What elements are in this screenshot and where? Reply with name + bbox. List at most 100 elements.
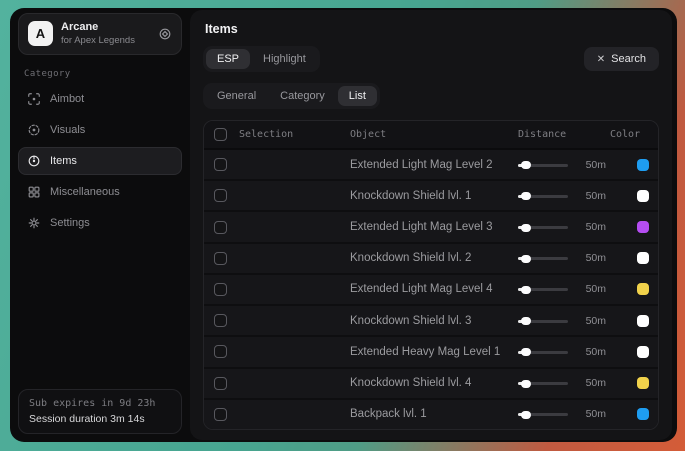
table-row: Extended Light Mag Level 4 50m xyxy=(204,275,658,306)
row-checkbox[interactable] xyxy=(214,345,227,358)
sidebar-nav: Aimbot Visuals Items Miscellaneous Setti… xyxy=(18,85,182,237)
slider-thumb[interactable] xyxy=(521,317,531,325)
row-checkbox[interactable] xyxy=(214,252,227,265)
table-row: Knockdown Shield lvl. 1 50m xyxy=(204,181,658,212)
sub-expires-text: Sub expires in 9d 23h xyxy=(29,398,171,409)
crosshair-icon xyxy=(27,92,41,106)
tab-category[interactable]: Category xyxy=(269,86,336,106)
screen-background: A Arcane for Apex Legends Category Aimbo… xyxy=(0,0,685,451)
table-header: Selection Object Distance Color xyxy=(204,121,658,150)
tab-general[interactable]: General xyxy=(206,86,267,106)
scan-eye-icon xyxy=(27,123,41,137)
table-row: Extended Heavy Mag Level 1 50m xyxy=(204,337,658,368)
tab-list[interactable]: List xyxy=(338,86,377,106)
row-object-label: Extended Light Mag Level 2 xyxy=(350,159,493,171)
sidebar-item-aimbot[interactable]: Aimbot xyxy=(18,85,182,113)
slider-thumb[interactable] xyxy=(521,286,531,294)
app-title: Arcane xyxy=(61,21,150,35)
category-label: Category xyxy=(24,69,182,79)
search-button[interactable]: ✕ Search xyxy=(584,47,659,71)
app-window: A Arcane for Apex Legends Category Aimbo… xyxy=(10,8,677,442)
column-header-object: Object xyxy=(350,129,518,140)
distance-value: 50m xyxy=(578,221,606,233)
distance-slider[interactable] xyxy=(518,408,568,420)
color-swatch[interactable] xyxy=(637,190,649,202)
page-title: Items xyxy=(205,22,659,36)
table-row: Extended Light Mag Level 2 50m xyxy=(204,150,658,181)
mode-tabs: ESP Highlight xyxy=(203,46,320,72)
table-row: Extended Light Mag Level 3 50m xyxy=(204,212,658,243)
color-swatch[interactable] xyxy=(637,252,649,264)
color-swatch[interactable] xyxy=(637,346,649,358)
session-duration-text: Session duration 3m 14s xyxy=(29,413,171,425)
column-header-color: Color xyxy=(610,129,658,140)
gear-icon xyxy=(27,216,41,230)
slider-thumb[interactable] xyxy=(521,380,531,388)
distance-slider[interactable] xyxy=(518,221,568,233)
row-checkbox[interactable] xyxy=(214,314,227,327)
row-checkbox[interactable] xyxy=(214,377,227,390)
distance-value: 50m xyxy=(578,283,606,295)
slider-thumb[interactable] xyxy=(521,192,531,200)
color-swatch[interactable] xyxy=(637,377,649,389)
row-object-label: Knockdown Shield lvl. 1 xyxy=(350,190,471,202)
sidebar-item-miscellaneous[interactable]: Miscellaneous xyxy=(18,178,182,206)
distance-slider[interactable] xyxy=(518,346,568,358)
sidebar-item-items[interactable]: Items xyxy=(18,147,182,175)
tab-esp[interactable]: ESP xyxy=(206,49,250,69)
distance-value: 50m xyxy=(578,408,606,420)
row-checkbox[interactable] xyxy=(214,158,227,171)
distance-slider[interactable] xyxy=(518,252,568,264)
color-swatch[interactable] xyxy=(637,283,649,295)
main-panel: Items ESP Highlight ✕ Search General Cat… xyxy=(190,10,672,440)
distance-slider[interactable] xyxy=(518,283,568,295)
items-table: Selection Object Distance Color Extended… xyxy=(203,120,659,430)
table-row: Backpack lvl. 1 50m xyxy=(204,400,658,429)
row-object-label: Knockdown Shield lvl. 2 xyxy=(350,252,471,264)
app-subtitle: for Apex Legends xyxy=(61,35,150,47)
grid-icon xyxy=(27,185,41,199)
subscription-card: Sub expires in 9d 23h Session duration 3… xyxy=(18,389,182,434)
sidebar-item-visuals[interactable]: Visuals xyxy=(18,116,182,144)
row-object-label: Extended Light Mag Level 3 xyxy=(350,221,493,233)
distance-value: 50m xyxy=(578,252,606,264)
color-swatch[interactable] xyxy=(637,408,649,420)
color-swatch[interactable] xyxy=(637,221,649,233)
table-row: Knockdown Shield lvl. 3 50m xyxy=(204,306,658,337)
search-button-label: Search xyxy=(611,53,646,65)
slider-thumb[interactable] xyxy=(521,348,531,356)
distance-value: 50m xyxy=(578,190,606,202)
row-checkbox[interactable] xyxy=(214,283,227,296)
row-checkbox[interactable] xyxy=(214,408,227,421)
distance-slider[interactable] xyxy=(518,377,568,389)
distance-slider[interactable] xyxy=(518,315,568,327)
slider-thumb[interactable] xyxy=(521,161,531,169)
diamond-icon[interactable] xyxy=(158,27,172,41)
column-header-distance: Distance xyxy=(518,129,610,140)
color-swatch[interactable] xyxy=(637,315,649,327)
row-checkbox[interactable] xyxy=(214,189,227,202)
app-header-card: A Arcane for Apex Legends xyxy=(18,13,182,55)
row-object-label: Backpack lvl. 1 xyxy=(350,408,427,420)
slider-thumb[interactable] xyxy=(521,411,531,419)
slider-thumb[interactable] xyxy=(521,255,531,263)
row-object-label: Extended Light Mag Level 4 xyxy=(350,283,493,295)
row-object-label: Knockdown Shield lvl. 4 xyxy=(350,377,471,389)
distance-slider[interactable] xyxy=(518,190,568,202)
view-tabs: General Category List xyxy=(203,83,380,109)
x-icon: ✕ xyxy=(597,54,605,65)
toolbar: ESP Highlight ✕ Search xyxy=(203,46,659,72)
distance-slider[interactable] xyxy=(518,159,568,171)
distance-value: 50m xyxy=(578,346,606,358)
distance-value: 50m xyxy=(578,377,606,389)
slider-thumb[interactable] xyxy=(521,224,531,232)
row-checkbox[interactable] xyxy=(214,221,227,234)
target-circle-icon xyxy=(27,154,41,168)
row-object-label: Knockdown Shield lvl. 3 xyxy=(350,315,471,327)
color-swatch[interactable] xyxy=(637,159,649,171)
row-object-label: Extended Heavy Mag Level 1 xyxy=(350,346,500,358)
tab-highlight[interactable]: Highlight xyxy=(252,49,317,69)
select-all-checkbox[interactable] xyxy=(214,128,227,141)
distance-value: 50m xyxy=(578,159,606,171)
sidebar-item-settings[interactable]: Settings xyxy=(18,209,182,237)
